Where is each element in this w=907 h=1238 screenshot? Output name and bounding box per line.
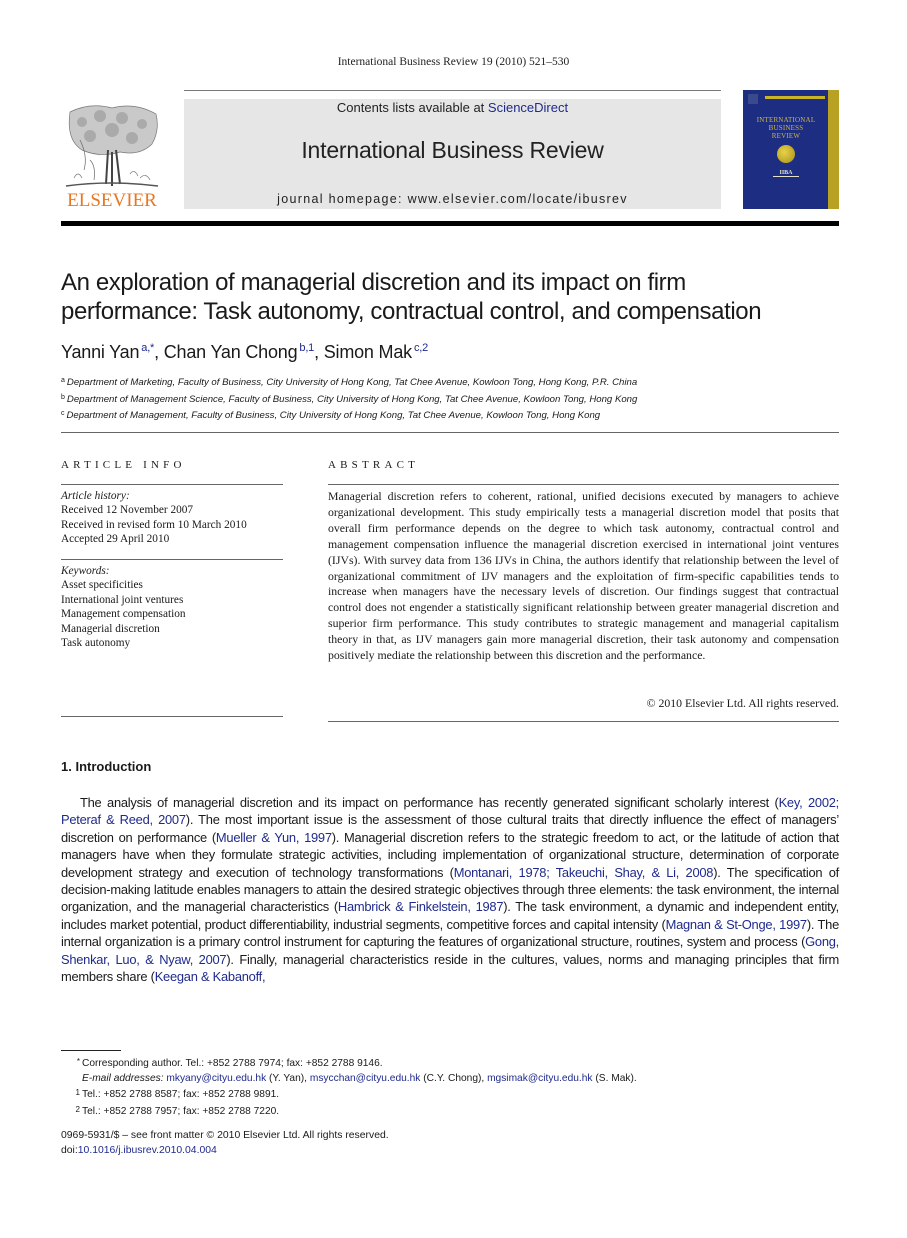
cover-globe-icon xyxy=(777,145,795,163)
article-title-line: performance: Task autonomy, contractual … xyxy=(61,298,762,325)
contents-prefix: Contents lists available at xyxy=(336,100,488,115)
cover-side-stripe xyxy=(828,90,839,209)
affiliation-item: b Department of Management Science, Facul… xyxy=(61,391,637,408)
keywords-rule xyxy=(61,559,283,560)
emails-label: E-mail addresses: xyxy=(82,1072,164,1084)
footnote-mark: 1 xyxy=(75,1088,80,1098)
title-block-rule xyxy=(61,432,839,433)
email-link[interactable]: mkyany@cityu.edu.hk xyxy=(166,1073,266,1084)
journal-homepage[interactable]: journal homepage: www.elsevier.com/locat… xyxy=(184,192,721,206)
citation-link[interactable]: Keegan & Kabanoff, xyxy=(155,969,266,984)
introduction-paragraph: The analysis of managerial discretion an… xyxy=(61,794,839,985)
author-list: Yanni Yan a,*, Chan Yan Chong b,1, Simon M… xyxy=(61,342,428,363)
cover-title-line: REVIEW xyxy=(771,132,801,140)
email-owner: (S. Mak). xyxy=(595,1072,637,1084)
footnote-rule xyxy=(61,1050,121,1051)
history-item: Received in revised form 10 March 2010 xyxy=(61,518,247,531)
keyword-item: Asset specificities xyxy=(61,579,143,592)
keywords-label: Keywords: xyxy=(61,565,110,577)
affiliation-item: a Department of Marketing, Faculty of Bus… xyxy=(61,374,637,391)
doi-link[interactable]: 10.1016/j.ibusrev.2010.04.004 xyxy=(78,1145,217,1156)
contents-line: Contents lists available at ScienceDirec… xyxy=(184,100,721,115)
affiliation-text: Department of Management, Faculty of Bus… xyxy=(66,410,601,421)
history-item: Received 12 November 2007 xyxy=(61,504,194,517)
author-name: Simon Mak xyxy=(323,342,412,362)
abstract-heading: ABSTRACT xyxy=(328,459,420,471)
keywords: Keywords: Asset specificities Internatio… xyxy=(61,564,186,650)
article-title-line: An exploration of managerial discretion … xyxy=(61,269,686,296)
cover-badge: IIBA xyxy=(773,170,799,177)
issn-line: 0969-5931/$ – see front matter © 2010 El… xyxy=(61,1130,389,1141)
keyword-item: Management compensation xyxy=(61,608,186,621)
footnote-emails: E-mail addresses: mkyany@cityu.edu.hk (Y… xyxy=(82,1072,637,1084)
footnote-text: Tel.: +852 2788 7957; fax: +852 2788 722… xyxy=(82,1105,280,1117)
affiliation-text: Department of Marketing, Faculty of Busi… xyxy=(66,377,638,388)
affiliation-mark: b xyxy=(61,393,65,401)
email-link[interactable]: msycchan@cityu.edu.hk xyxy=(310,1073,421,1084)
email-owner: (C.Y. Chong) xyxy=(423,1072,482,1084)
citation-link[interactable]: Mueller & Yun, 1997 xyxy=(216,830,332,845)
article-history-label: Article history: xyxy=(61,490,130,502)
author-name: Yanni Yan xyxy=(61,342,140,362)
keyword-item: Task autonomy xyxy=(61,637,131,650)
author-separator: , xyxy=(314,342,324,362)
article-history: Article history: Received 12 November 20… xyxy=(61,489,247,547)
footnote-corresponding: * Corresponding author. Tel.: +852 2788 7… xyxy=(61,1055,637,1072)
cover-top-bar xyxy=(765,96,825,99)
cover-title-line: INTERNATIONAL xyxy=(756,116,816,124)
author-name: Chan Yan Chong xyxy=(163,342,298,362)
affiliation-item: c Department of Management, Faculty of Bu… xyxy=(61,407,637,424)
article-info-heading: ARTICLE INFO xyxy=(61,459,186,471)
email-owner: (Y. Yan) xyxy=(269,1072,305,1084)
footnote-text: Corresponding author. Tel.: +852 2788 79… xyxy=(82,1058,383,1069)
front-matter: 0969-5931/$ – see front matter © 2010 El… xyxy=(61,1128,389,1158)
running-header: International Business Review 19 (2010) … xyxy=(337,56,570,68)
footnote-mark: * xyxy=(76,1057,80,1066)
author-separator: , xyxy=(154,342,164,362)
elsevier-wordmark: ELSEVIER xyxy=(67,190,157,211)
abstract-text: Managerial discretion refers to coherent… xyxy=(328,489,839,663)
author-marks[interactable]: c,2 xyxy=(414,342,428,354)
journal-title: International Business Review xyxy=(301,137,604,163)
footnote-text: Tel.: +852 2788 8587; fax: +852 2788 989… xyxy=(82,1089,280,1101)
footnotes: * Corresponding author. Tel.: +852 2788 7… xyxy=(61,1055,637,1119)
affiliations: a Department of Marketing, Faculty of Bus… xyxy=(61,374,637,424)
masthead-bottom-rule xyxy=(61,221,839,226)
footnote-item: 2 Tel.: +852 2788 7957; fax: +852 2788 72… xyxy=(61,1103,637,1120)
introduction-heading: 1. Introduction xyxy=(61,759,152,774)
footnote-mark: 2 xyxy=(75,1104,80,1114)
abstract-copyright: © 2010 Elsevier Ltd. All rights reserved… xyxy=(646,696,839,710)
affiliation-mark: a xyxy=(61,377,65,384)
abstract-rule xyxy=(328,484,839,485)
history-item: Accepted 29 April 2010 xyxy=(61,533,170,546)
email-link[interactable]: mgsimak@cityu.edu.hk xyxy=(487,1073,592,1084)
author-marks[interactable]: a,* xyxy=(141,342,154,354)
keyword-item: International joint ventures xyxy=(61,593,184,606)
article-info-bottom-rule xyxy=(61,716,283,717)
keyword-item: Managerial discretion xyxy=(61,622,160,635)
article-title: An exploration of managerial discretion … xyxy=(61,268,841,326)
cover-publisher-icon xyxy=(748,94,758,104)
citation-link[interactable]: Magnan & St-Onge, 1997 xyxy=(666,917,808,932)
doi-prefix: doi: xyxy=(61,1145,78,1156)
affiliation-mark: c xyxy=(61,410,65,417)
footnote-item: 1 Tel.: +852 2788 8587; fax: +852 2788 98… xyxy=(61,1086,637,1103)
citation-link[interactable]: Hambrick & Finkelstein, 1987 xyxy=(338,899,504,914)
journal-cover-image: INTERNATIONAL BUSINESS REVIEW IIBA xyxy=(743,90,839,209)
sciencedirect-link[interactable]: ScienceDirect xyxy=(488,100,568,115)
masthead-top-rule xyxy=(184,90,721,91)
affiliation-text: Department of Management Science, Facult… xyxy=(66,393,638,405)
citation-link[interactable]: Montanari, 1978; Takeuchi, Shay, & Li, 2… xyxy=(454,865,714,880)
article-info-rule xyxy=(61,484,283,485)
body-text: The analysis of managerial discretion an… xyxy=(80,795,779,810)
abstract-bottom-rule xyxy=(328,721,839,722)
author-marks[interactable]: b,1 xyxy=(299,342,314,354)
doi-line: doi:10.1016/j.ibusrev.2010.04.004 xyxy=(61,1143,389,1158)
cover-title-line: BUSINESS xyxy=(768,124,804,132)
